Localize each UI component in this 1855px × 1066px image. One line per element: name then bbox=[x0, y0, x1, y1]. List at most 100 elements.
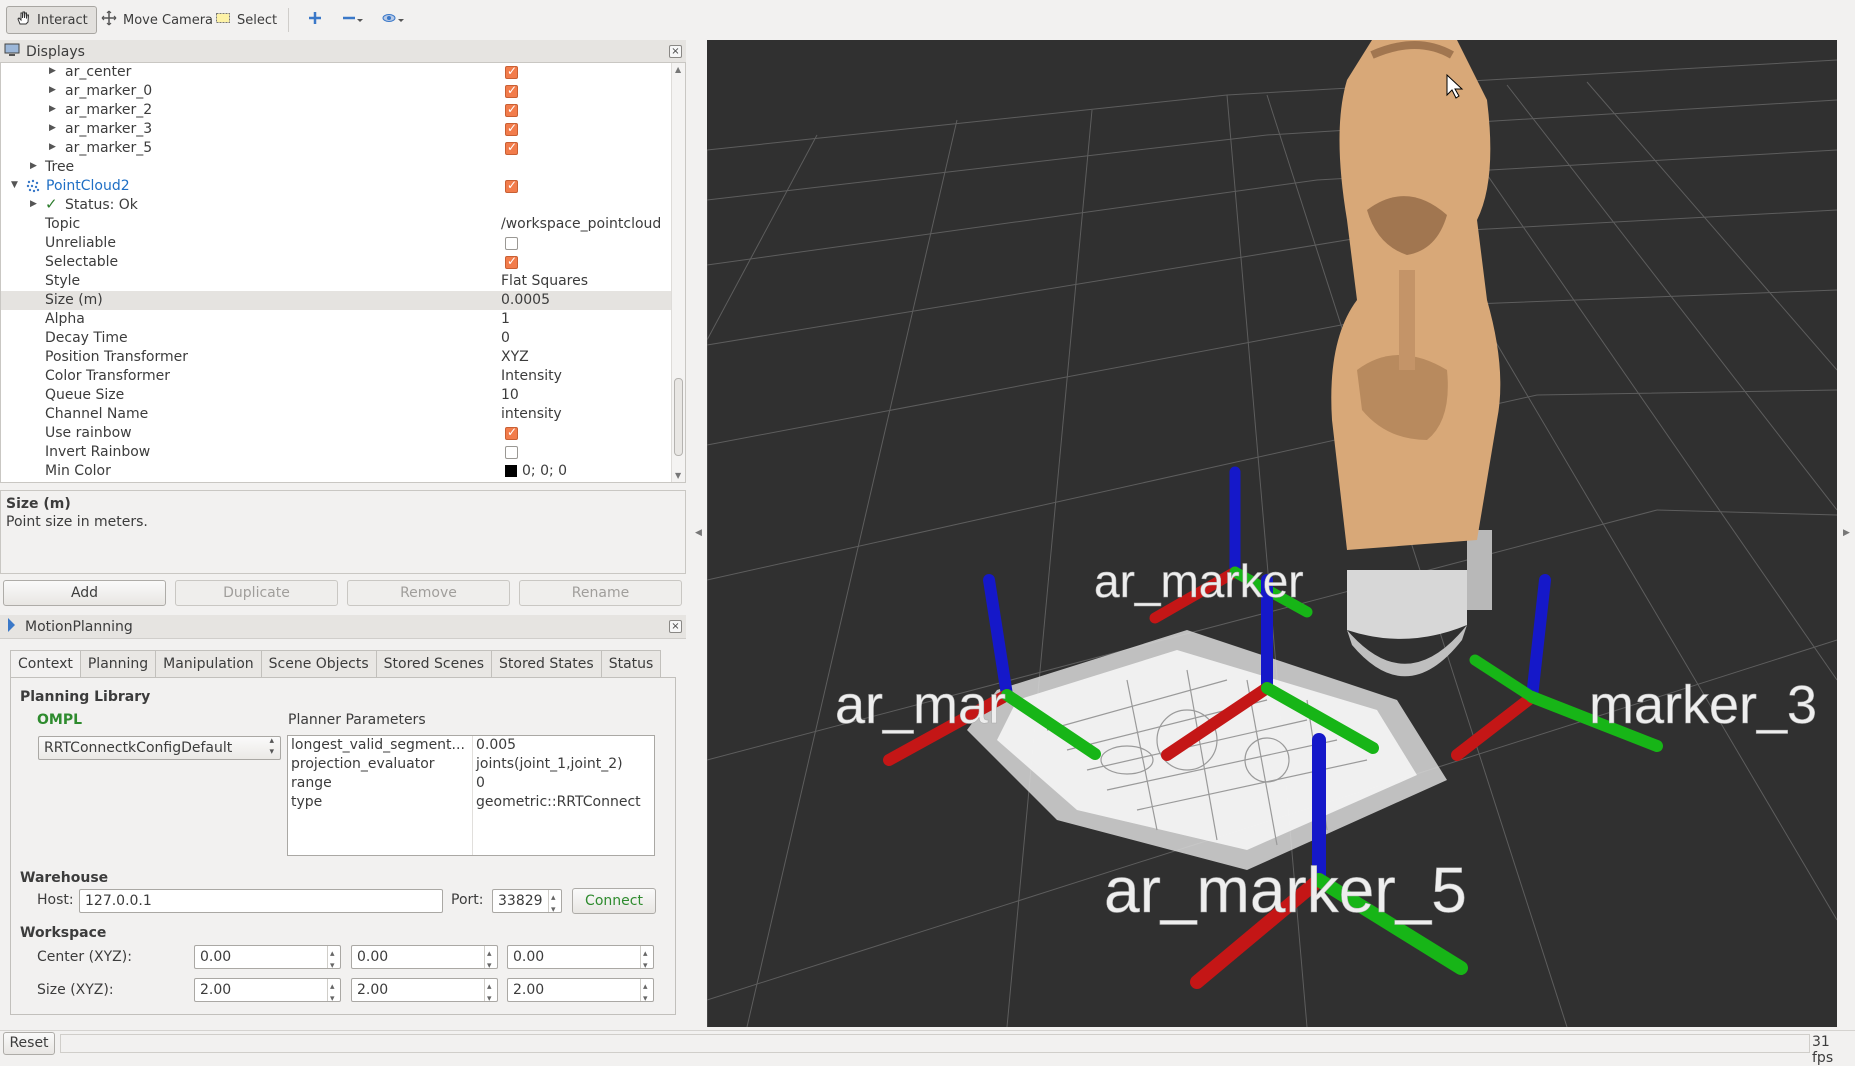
size-z-input[interactable]: 2.00 bbox=[507, 976, 654, 1010]
tree-value[interactable]: intensity bbox=[501, 406, 562, 422]
scrollbar-thumb[interactable] bbox=[674, 378, 683, 456]
size-y-input[interactable]: 2.00 bbox=[351, 976, 498, 1010]
expand-arrow-icon[interactable]: ▶ bbox=[49, 85, 56, 95]
tree-row-size[interactable]: Size (m) 0.0005 bbox=[1, 291, 671, 310]
planner-select[interactable]: RRTConnectkConfigDefault ▴ ▾ bbox=[38, 736, 281, 760]
interact-tool-button[interactable]: Interact bbox=[6, 6, 97, 34]
center-z-input[interactable]: 0.00 bbox=[507, 943, 654, 977]
tree-value[interactable]: 0.0005 bbox=[501, 292, 550, 308]
param-row[interactable]: type geometric::RRTConnect bbox=[288, 794, 654, 813]
tree-row-channel-name[interactable]: Channel Name intensity bbox=[1, 405, 671, 424]
center-y-spinner[interactable] bbox=[484, 943, 497, 977]
remove-display-button[interactable]: Remove bbox=[347, 580, 510, 606]
tree-row-tree[interactable]: ▶ Tree bbox=[1, 158, 671, 177]
tab-context[interactable]: Context bbox=[10, 650, 81, 679]
tree-row-alpha[interactable]: Alpha 1 bbox=[1, 310, 671, 329]
tree-row-unreliable[interactable]: Unreliable bbox=[1, 234, 671, 253]
tree-value[interactable]: 10 bbox=[501, 387, 519, 403]
center-y-input[interactable]: 0.00 bbox=[351, 943, 498, 977]
color-swatch[interactable] bbox=[505, 465, 517, 477]
tree-row-use-rainbow[interactable]: Use rainbow bbox=[1, 424, 671, 443]
scroll-up-icon[interactable]: ▲ bbox=[675, 65, 681, 74]
tree-scrollbar[interactable]: ▲ ▼ bbox=[671, 63, 685, 482]
param-value[interactable]: 0.005 bbox=[476, 737, 516, 753]
duplicate-display-button[interactable]: Duplicate bbox=[175, 580, 338, 606]
center-x-spinner[interactable] bbox=[327, 943, 340, 977]
tree-row-ar-marker-0[interactable]: ▶ ar_marker_0 bbox=[1, 82, 671, 101]
size-x-spinner[interactable] bbox=[327, 976, 340, 1010]
param-value[interactable]: geometric::RRTConnect bbox=[476, 794, 641, 810]
expand-arrow-icon[interactable]: ▶ bbox=[30, 161, 37, 171]
collapse-left-icon[interactable]: ◀ bbox=[695, 528, 702, 538]
checkbox[interactable] bbox=[505, 64, 518, 79]
port-input[interactable]: 33829 bbox=[492, 887, 562, 921]
expand-arrow-icon[interactable]: ▶ bbox=[49, 142, 56, 152]
size-z-spinner[interactable] bbox=[640, 976, 653, 1010]
port-spinner[interactable] bbox=[548, 887, 561, 921]
tree-value[interactable]: Intensity bbox=[501, 368, 562, 384]
checkbox[interactable] bbox=[505, 237, 518, 250]
tree-row-ar-marker-5[interactable]: ▶ ar_marker_5 bbox=[1, 139, 671, 158]
tree-value[interactable]: 1 bbox=[501, 311, 510, 327]
remove-tool-button[interactable] bbox=[332, 6, 372, 34]
view-tool-button[interactable] bbox=[372, 6, 414, 34]
size-x-input[interactable]: 2.00 bbox=[194, 976, 341, 1010]
param-value[interactable]: joints(joint_1,joint_2) bbox=[476, 756, 623, 772]
expand-arrow-icon[interactable]: ▶ bbox=[30, 199, 37, 209]
param-row[interactable]: projection_evaluator joints(joint_1,join… bbox=[288, 756, 654, 775]
param-row[interactable]: longest_valid_segment... 0.005 bbox=[288, 737, 654, 756]
tree-row-status[interactable]: ▶ ✓ Status: Ok bbox=[1, 195, 671, 215]
3d-render-viewport[interactable]: ar_marker ar_mar marker_3 ar_marker_5 bbox=[707, 40, 1837, 1027]
rename-display-button[interactable]: Rename bbox=[519, 580, 682, 606]
add-tool-button[interactable] bbox=[298, 6, 332, 34]
checkbox[interactable] bbox=[505, 425, 518, 440]
tab-status[interactable]: Status bbox=[600, 650, 662, 678]
checkbox[interactable] bbox=[505, 178, 518, 193]
tree-row-queue-size[interactable]: Queue Size 10 bbox=[1, 386, 671, 405]
tab-stored-states[interactable]: Stored States bbox=[491, 650, 602, 678]
expand-arrow-icon[interactable]: ▶ bbox=[49, 104, 56, 114]
tree-value[interactable]: 0; 0; 0 bbox=[522, 463, 567, 479]
size-y-spinner[interactable] bbox=[484, 976, 497, 1010]
center-x-input[interactable]: 0.00 bbox=[194, 943, 341, 977]
tree-row-position-transformer[interactable]: Position Transformer XYZ bbox=[1, 348, 671, 367]
tree-row-ar-center[interactable]: ▶ ar_center bbox=[1, 63, 671, 82]
collapse-right-icon[interactable]: ▶ bbox=[1843, 528, 1850, 538]
connect-button[interactable]: Connect bbox=[572, 888, 656, 914]
checkbox[interactable] bbox=[505, 140, 518, 155]
expand-arrow-icon[interactable]: ▶ bbox=[49, 66, 56, 76]
tree-row-color-transformer[interactable]: Color Transformer Intensity bbox=[1, 367, 671, 386]
collapse-arrow-icon[interactable]: ▼ bbox=[11, 180, 18, 190]
tree-row-ar-marker-3[interactable]: ▶ ar_marker_3 bbox=[1, 120, 671, 139]
move-camera-tool-button[interactable]: Move Camera bbox=[92, 6, 222, 34]
tree-row-min-color[interactable]: Min Color 0; 0; 0 bbox=[1, 462, 671, 481]
expand-arrow-icon[interactable]: ▶ bbox=[49, 123, 56, 133]
tree-row-pointcloud2[interactable]: ▼ PointCloud2 bbox=[1, 177, 671, 196]
tree-value[interactable]: Flat Squares bbox=[501, 273, 588, 289]
tab-manipulation[interactable]: Manipulation bbox=[155, 650, 262, 678]
tab-stored-scenes[interactable]: Stored Scenes bbox=[375, 650, 492, 678]
param-row[interactable]: range 0 bbox=[288, 775, 654, 794]
tree-row-selectable[interactable]: Selectable bbox=[1, 253, 671, 272]
motion-planning-close-button[interactable]: × bbox=[669, 620, 682, 633]
tab-planning[interactable]: Planning bbox=[79, 650, 157, 678]
param-value[interactable]: 0 bbox=[476, 775, 485, 791]
planner-params-table[interactable]: longest_valid_segment... 0.005 projectio… bbox=[287, 735, 655, 856]
tree-row-style[interactable]: Style Flat Squares bbox=[1, 272, 671, 291]
select-tool-button[interactable]: Select bbox=[206, 6, 286, 34]
center-z-spinner[interactable] bbox=[640, 943, 653, 977]
reset-button[interactable]: Reset bbox=[3, 1032, 55, 1055]
displays-close-button[interactable]: × bbox=[669, 45, 682, 58]
scroll-down-icon[interactable]: ▼ bbox=[675, 471, 681, 480]
tree-row-decay-time[interactable]: Decay Time 0 bbox=[1, 329, 671, 348]
checkbox[interactable] bbox=[505, 102, 518, 117]
tree-value[interactable]: XYZ bbox=[501, 349, 529, 365]
tree-value[interactable]: /workspace_pointcloud bbox=[501, 216, 661, 232]
tree-row-ar-marker-2[interactable]: ▶ ar_marker_2 bbox=[1, 101, 671, 120]
checkbox[interactable] bbox=[505, 446, 518, 459]
checkbox[interactable] bbox=[505, 83, 518, 98]
tab-scene-objects[interactable]: Scene Objects bbox=[260, 650, 377, 678]
add-display-button[interactable]: Add bbox=[3, 580, 166, 606]
tree-row-invert-rainbow[interactable]: Invert Rainbow bbox=[1, 443, 671, 462]
tree-row-topic[interactable]: Topic /workspace_pointcloud bbox=[1, 215, 671, 234]
